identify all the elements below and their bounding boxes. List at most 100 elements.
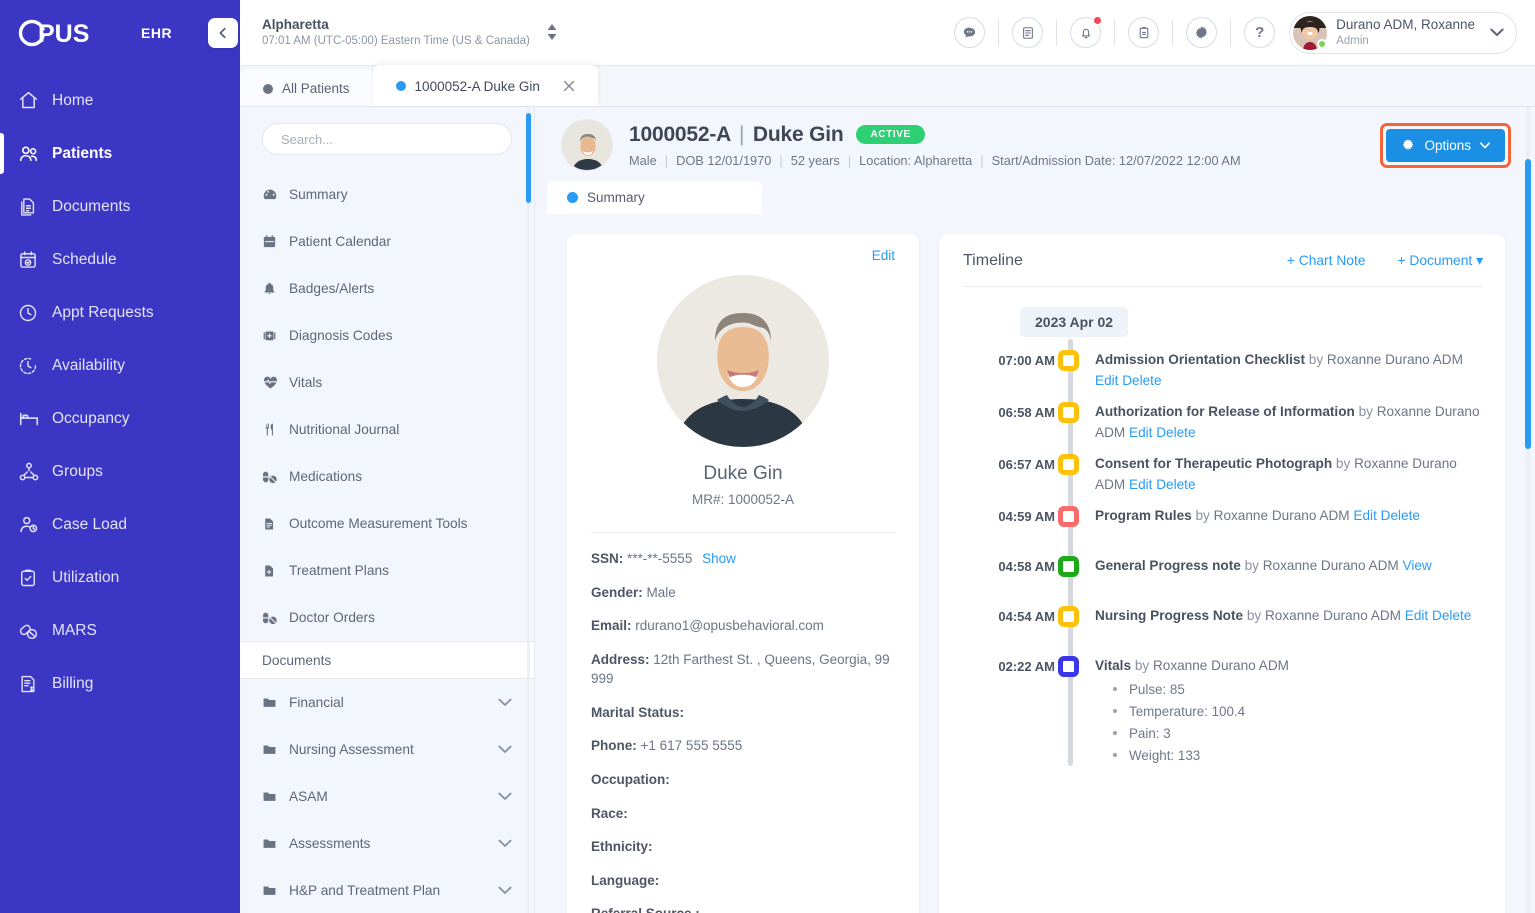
- entry-author: Roxanne Durano ADM: [1152, 658, 1289, 674]
- scrollbar-track: [527, 107, 530, 913]
- clipboard-icon[interactable]: [1128, 17, 1160, 48]
- entry-by: by: [1195, 508, 1210, 524]
- pills-icon: [262, 469, 289, 485]
- patient-nav-list: Summary Patient Calendar Badges/Alerts D…: [240, 169, 534, 641]
- sidebar-item-schedule[interactable]: Schedule: [0, 233, 240, 286]
- chat-icon[interactable]: [954, 17, 986, 48]
- invoice-dollar-icon: [18, 674, 52, 694]
- timeline-dot-icon: [1057, 606, 1079, 628]
- sidebar-item-medications[interactable]: Medications: [240, 453, 534, 500]
- entry-body: Consent for Therapeutic Photograph by Ro…: [1082, 453, 1483, 495]
- show-ssn-link[interactable]: Show: [702, 551, 736, 566]
- main-scrollbar[interactable]: [1525, 107, 1531, 913]
- meta-admission: Start/Admission Date: 12/07/2022 12:00 A…: [991, 152, 1241, 168]
- field-occupation: Occupation:: [591, 770, 895, 790]
- folder-financial[interactable]: Financial: [240, 679, 534, 726]
- sidebar-item-summary[interactable]: Summary: [240, 171, 534, 218]
- search-input[interactable]: [262, 123, 512, 155]
- entry-edit-link[interactable]: Edit: [1129, 477, 1152, 492]
- scrollbar-thumb[interactable]: [526, 113, 531, 203]
- gear-icon: [1401, 138, 1415, 152]
- scrollbar-thumb[interactable]: [1525, 159, 1531, 449]
- chevron-down-icon[interactable]: [1490, 28, 1504, 37]
- entry-delete-link[interactable]: Delete: [1432, 608, 1471, 623]
- documents-icon: [18, 197, 52, 217]
- entry-view-link[interactable]: View: [1403, 558, 1432, 573]
- add-chart-note-button[interactable]: + Chart Note: [1287, 253, 1366, 269]
- sidebar-item-case-load[interactable]: Case Load: [0, 498, 240, 551]
- clock-dashed-icon: [18, 356, 52, 376]
- sidebar-item-occupancy[interactable]: Occupancy: [0, 392, 240, 445]
- sidebar-item-vitals[interactable]: Vitals: [240, 359, 534, 406]
- entry-edit-link[interactable]: Edit: [1095, 373, 1118, 388]
- edit-patient-link[interactable]: Edit: [591, 248, 895, 263]
- folder-hp-and-treatment-plan[interactable]: H&P and Treatment Plan: [240, 867, 534, 913]
- entry-delete-link[interactable]: Delete: [1156, 477, 1195, 492]
- sidebar-item-patient-calendar[interactable]: Patient Calendar: [240, 218, 534, 265]
- chevron-down-icon[interactable]: [498, 839, 512, 848]
- tab-all-patients[interactable]: All Patients: [240, 70, 373, 106]
- entry-edit-link[interactable]: Edit: [1405, 608, 1428, 623]
- field-label: Ethnicity:: [591, 839, 653, 855]
- sort-updown-icon[interactable]: [546, 22, 558, 42]
- chevron-down-icon[interactable]: [498, 792, 512, 801]
- sidebar-item-home[interactable]: Home: [0, 74, 240, 127]
- sidebar-collapse-button[interactable]: [208, 18, 239, 48]
- help-icon[interactable]: ?: [1244, 17, 1276, 48]
- entry-edit-link[interactable]: Edit: [1353, 508, 1376, 523]
- timeline-entry: 04:58 AM General Progress note by Roxann…: [963, 545, 1483, 595]
- page-title: 1000052-A | Duke Gin: [629, 122, 844, 147]
- add-document-button[interactable]: + Document ▾: [1397, 253, 1483, 269]
- group-network-icon: [18, 461, 52, 483]
- notes-icon[interactable]: [1012, 17, 1044, 48]
- location-selector[interactable]: Alpharetta 07:01 AM (UTC-05:00) Eastern …: [262, 16, 558, 50]
- field-ethnicity: Ethnicity:: [591, 837, 895, 857]
- bell-icon[interactable]: [1070, 16, 1103, 48]
- tab-summary[interactable]: Summary: [547, 181, 762, 214]
- patient-name: Duke Gin: [752, 122, 844, 146]
- gear-icon[interactable]: [1186, 17, 1218, 48]
- chevron-down-icon[interactable]: [498, 886, 512, 895]
- folder-assessments[interactable]: Assessments: [240, 820, 534, 867]
- patient-sidebar-scrollbar[interactable]: [526, 107, 531, 913]
- sidebar-item-patients[interactable]: Patients: [0, 127, 240, 180]
- sidebar-item-mars[interactable]: MARS: [0, 604, 240, 657]
- sidebar-item-doctor-orders[interactable]: Doctor Orders: [240, 594, 534, 641]
- sidebar-item-outcome-measurement-tools[interactable]: Outcome Measurement Tools: [240, 500, 534, 547]
- folder-icon: [262, 695, 289, 710]
- timeline-actions: + Chart Note + Document ▾: [1287, 253, 1483, 269]
- user-menu[interactable]: Durano ADM, Roxanne Admin: [1289, 11, 1517, 54]
- sidebar-item-groups[interactable]: Groups: [0, 445, 240, 498]
- entry-by: by: [1134, 658, 1150, 674]
- sidebar-item-treatment-plans[interactable]: Treatment Plans: [240, 547, 534, 594]
- field-label: Referral Source :: [591, 906, 700, 913]
- sidebar-item-billing[interactable]: Billing: [0, 657, 240, 710]
- sidebar-item-utilization[interactable]: Utilization: [0, 551, 240, 604]
- sidebar-item-availability[interactable]: Availability: [0, 339, 240, 392]
- vital-pulse: Pulse: 85: [1113, 679, 1483, 701]
- sidebar-item-nutritional-journal[interactable]: Nutritional Journal: [240, 406, 534, 453]
- options-button[interactable]: Options: [1386, 128, 1505, 162]
- entry-by: by: [1335, 456, 1351, 472]
- sidebar-item-appt-requests[interactable]: Appt Requests: [0, 286, 240, 339]
- options-highlight: Options: [1380, 122, 1511, 168]
- patient-photo: [657, 275, 829, 447]
- close-icon[interactable]: [563, 80, 575, 92]
- folder-asam[interactable]: ASAM: [240, 773, 534, 820]
- entry-title: Vitals: [1095, 658, 1132, 674]
- entry-body: General Progress note by Roxanne Durano …: [1082, 555, 1483, 576]
- entry-edit-link[interactable]: Edit: [1129, 425, 1152, 440]
- tab-patient-duke-gin[interactable]: 1000052-A Duke Gin: [372, 65, 598, 106]
- entry-delete-link[interactable]: Delete: [1381, 508, 1420, 523]
- sidebar-item-diagnosis-codes[interactable]: Diagnosis Codes: [240, 312, 534, 359]
- entry-delete-link[interactable]: Delete: [1122, 373, 1161, 388]
- svg-text:PUS: PUS: [38, 20, 89, 48]
- sidebar-item-label: Case Load: [52, 515, 127, 533]
- folder-nursing-assessment[interactable]: Nursing Assessment: [240, 726, 534, 773]
- chevron-down-icon[interactable]: [498, 745, 512, 754]
- field-email: Email: rdurano1@opusbehavioral.com: [591, 616, 895, 636]
- chevron-down-icon[interactable]: [498, 698, 512, 707]
- entry-delete-link[interactable]: Delete: [1156, 425, 1195, 440]
- sidebar-item-documents[interactable]: Documents: [0, 180, 240, 233]
- sidebar-item-badges-alerts[interactable]: Badges/Alerts: [240, 265, 534, 312]
